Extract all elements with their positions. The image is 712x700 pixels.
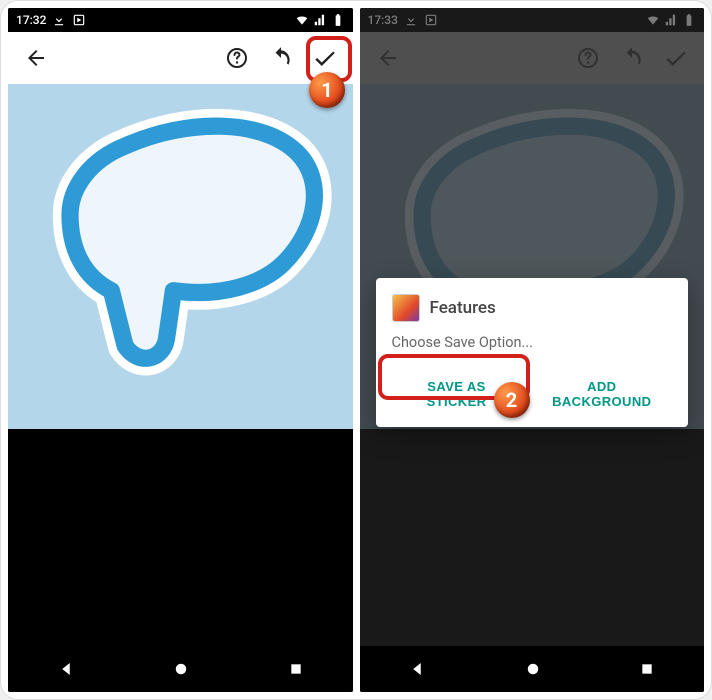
- nav-home[interactable]: [524, 660, 542, 678]
- back-button[interactable]: [16, 38, 56, 78]
- android-navbar: [360, 646, 705, 692]
- tutorial-composite: 17:32: [0, 0, 712, 700]
- phone-left: 17:32: [8, 8, 353, 692]
- status-time: 17:32: [16, 13, 46, 27]
- save-dialog: Features Choose Save Option... SAVE AS S…: [376, 278, 689, 427]
- back-arrow-icon: [24, 46, 48, 70]
- help-button[interactable]: [217, 38, 257, 78]
- phone-right: 17:33: [360, 8, 705, 692]
- sticker-canvas[interactable]: [8, 84, 353, 429]
- status-bar: 17:32: [8, 8, 353, 32]
- save-as-sticker-button[interactable]: SAVE AS STICKER: [392, 369, 522, 419]
- app-notif-icon: [72, 13, 86, 27]
- nav-recent[interactable]: [288, 661, 304, 677]
- app-icon: [392, 294, 420, 322]
- download-icon: [52, 13, 66, 27]
- undo-button[interactable]: [261, 38, 301, 78]
- android-navbar: [8, 646, 353, 692]
- nav-back[interactable]: [408, 660, 426, 678]
- done-button[interactable]: [305, 38, 345, 78]
- dialog-message: Choose Save Option...: [392, 334, 673, 351]
- signal-icon: [313, 13, 327, 27]
- add-background-button[interactable]: ADD BACKGROUND: [532, 369, 672, 419]
- nav-home[interactable]: [172, 660, 190, 678]
- megaphone-sticker: [8, 84, 353, 429]
- wifi-icon: [295, 13, 309, 27]
- nav-back[interactable]: [57, 660, 75, 678]
- check-icon: [312, 45, 338, 71]
- undo-icon: [268, 45, 294, 71]
- nav-recent[interactable]: [639, 661, 655, 677]
- dialog-title: Features: [430, 298, 496, 318]
- battery-icon: [331, 13, 345, 27]
- help-icon: [225, 46, 249, 70]
- editor-toolbar: [8, 32, 353, 84]
